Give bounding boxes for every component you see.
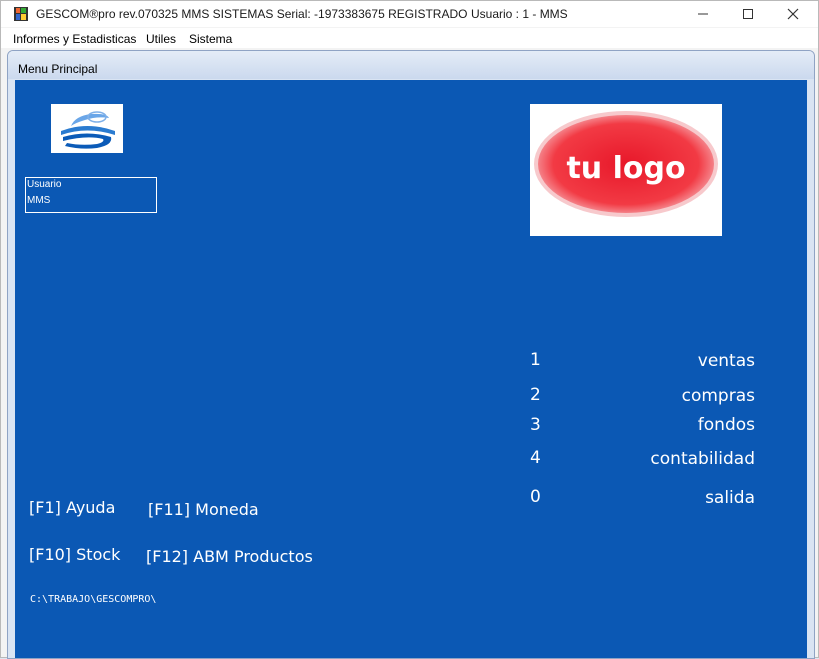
child-title-bar[interactable]: Menu Principal (8, 51, 814, 79)
title-bar[interactable]: GESCOM®pro rev.070325 MMS SISTEMAS Seria… (1, 1, 818, 27)
window-title: GESCOM®pro rev.070325 MMS SISTEMAS Seria… (36, 7, 468, 21)
option-fondos[interactable]: fondos (698, 415, 755, 435)
user-box: Usuario MMS (25, 177, 157, 213)
option-key-fondos[interactable]: 3 (530, 415, 541, 435)
working-path: C:\TRABAJO\GESCOMPRO\ (30, 594, 157, 605)
option-contabilidad[interactable]: contabilidad (650, 449, 755, 469)
option-key-contabilidad[interactable]: 4 (530, 448, 541, 468)
minimize-button[interactable] (680, 1, 726, 27)
menu-principal-window: Menu Principal Usuario MMS tu logo 1 ven… (7, 50, 815, 659)
menu-sistema[interactable]: Sistema (189, 32, 232, 46)
menu-informes[interactable]: Informes y Estadisticas (13, 32, 136, 46)
option-ventas[interactable]: ventas (698, 351, 755, 371)
option-compras[interactable]: compras (682, 386, 755, 406)
option-salida[interactable]: salida (705, 488, 755, 508)
brand-logo (51, 104, 123, 153)
app-window: GESCOM®pro rev.070325 MMS SISTEMAS Seria… (0, 0, 819, 659)
menu-utiles[interactable]: Utiles (146, 32, 176, 46)
maximize-icon (743, 9, 753, 19)
close-icon (787, 8, 799, 20)
company-logo: tu logo (530, 104, 722, 236)
f11-currency-key[interactable]: [F11] Moneda (148, 500, 259, 519)
logo-text: tu logo (566, 151, 686, 186)
maximize-button[interactable] (725, 1, 771, 27)
close-button[interactable] (770, 1, 816, 27)
child-window-title: Menu Principal (18, 62, 98, 76)
minimize-icon (698, 13, 708, 15)
f12-products-key[interactable]: [F12] ABM Productos (146, 547, 313, 566)
session-user: Usuario : 1 - MMS (471, 7, 568, 21)
main-panel: Usuario MMS tu logo 1 ventas 2 compras 3… (15, 80, 807, 658)
user-label: Usuario (27, 179, 62, 190)
menu-bar: Informes y Estadisticas Utiles Sistema (1, 28, 818, 48)
f1-help-key[interactable]: [F1] Ayuda (29, 498, 115, 517)
option-key-compras[interactable]: 2 (530, 385, 541, 405)
option-key-ventas[interactable]: 1 (530, 350, 541, 370)
user-value: MMS (27, 195, 51, 206)
f10-stock-key[interactable]: [F10] Stock (29, 545, 120, 564)
option-key-salida[interactable]: 0 (530, 487, 541, 507)
app-icon (14, 7, 28, 21)
